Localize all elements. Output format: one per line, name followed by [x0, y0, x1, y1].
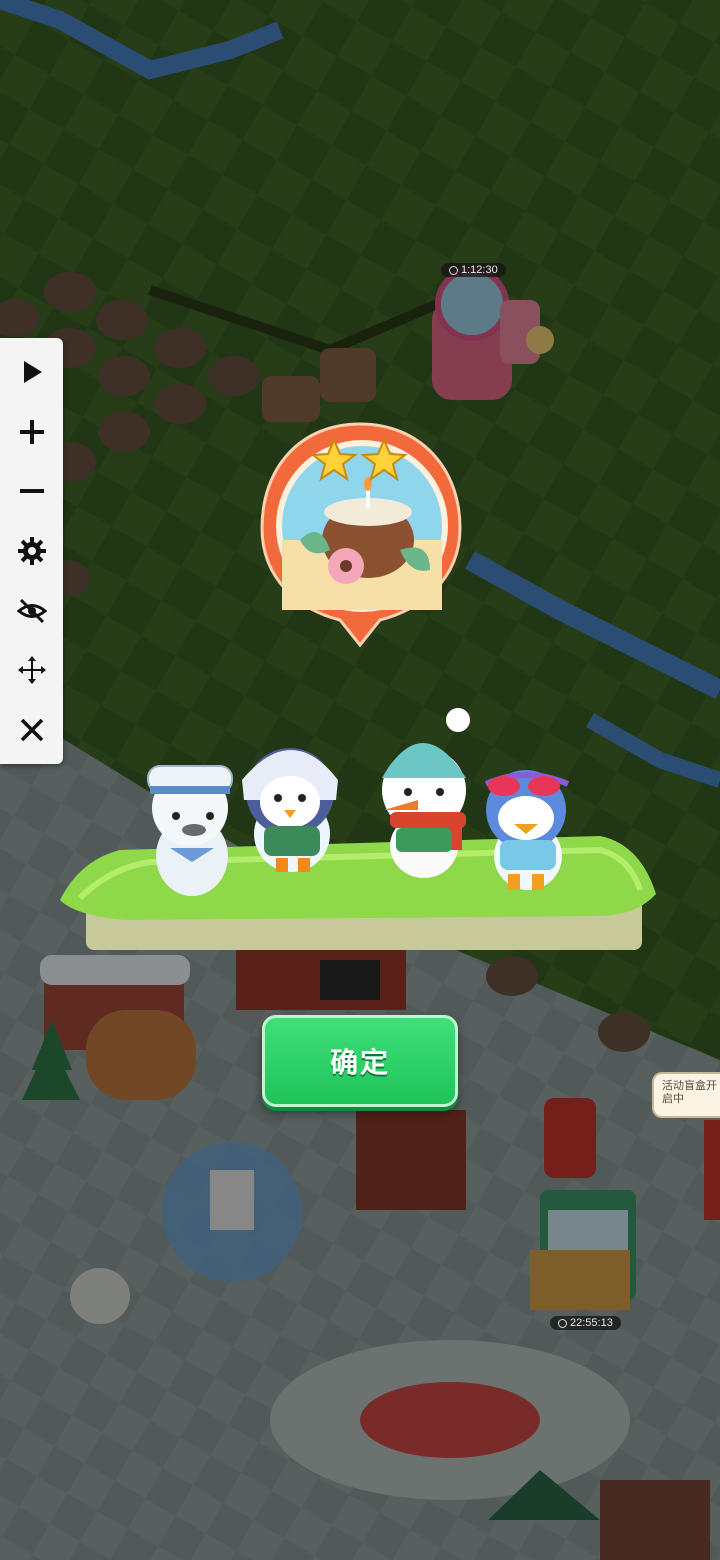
- gear-icon: [17, 536, 46, 565]
- timer-text: 22:55:13: [570, 1317, 613, 1329]
- timer-text: 1:12:30: [461, 264, 498, 276]
- eye-off-icon: [16, 598, 47, 623]
- zoom-out-button[interactable]: [9, 468, 55, 514]
- play-button[interactable]: [9, 349, 55, 395]
- side-toolbar: [0, 338, 63, 764]
- minus-icon: [19, 489, 44, 494]
- hide-button[interactable]: [9, 588, 55, 634]
- character-sunglasses-penguin: [484, 770, 570, 890]
- move-button[interactable]: [9, 647, 55, 693]
- play-icon: [23, 360, 42, 383]
- close-button[interactable]: [9, 707, 55, 753]
- move-icon: [17, 656, 46, 685]
- plus-icon: [19, 419, 44, 444]
- character-platform: [60, 836, 656, 950]
- settings-button[interactable]: [9, 528, 55, 574]
- event-notice-text: 活动盲盒开启中: [662, 1080, 717, 1105]
- clock-icon: [558, 1318, 567, 1328]
- close-icon: [20, 718, 43, 742]
- clock-icon: [449, 265, 458, 275]
- building-timer-top: 1:12:30: [441, 263, 506, 277]
- building-timer-bottom: 22:55:13: [550, 1316, 621, 1330]
- confirm-button-label: 确定: [329, 1047, 390, 1078]
- confirm-button[interactable]: 确定: [262, 1015, 458, 1107]
- event-notice-bubble[interactable]: 活动盲盒开启中: [652, 1072, 720, 1118]
- zoom-in-button[interactable]: [9, 409, 55, 455]
